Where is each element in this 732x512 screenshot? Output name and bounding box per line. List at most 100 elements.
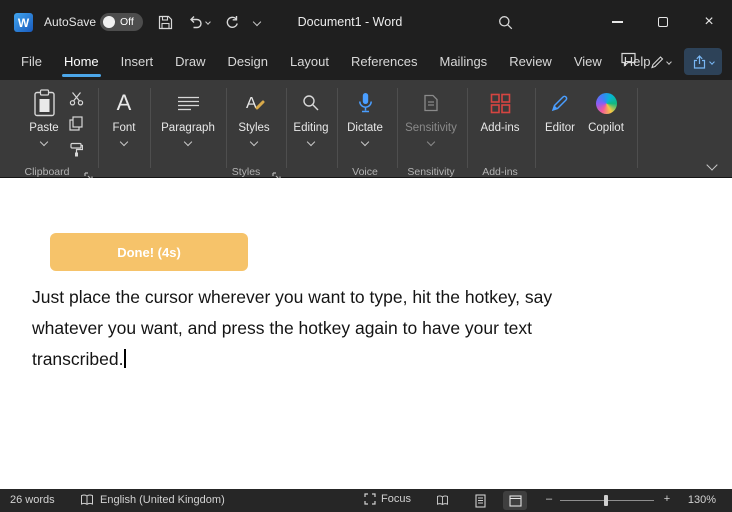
text-line: whatever you want, and press the hotkey … <box>32 318 533 338</box>
share-button[interactable] <box>684 48 722 75</box>
language-indicator[interactable]: English (United Kingdom) <box>100 494 225 506</box>
autosave-toggle[interactable]: Off <box>100 13 143 31</box>
copilot-icon <box>595 88 617 118</box>
group-separator <box>98 88 99 168</box>
group-separator <box>337 88 338 168</box>
dictation-toast: Done! (4s) <box>50 233 248 271</box>
window-controls: × <box>594 0 732 44</box>
add-ins-label: Add-ins <box>480 122 520 134</box>
print-layout-icon <box>474 493 486 508</box>
editing-mode-button[interactable] <box>650 55 672 69</box>
chevron-down-icon <box>119 137 129 147</box>
chevron-down-icon <box>183 137 193 147</box>
paragraph-lines-icon <box>177 88 199 118</box>
tab-view[interactable]: View <box>563 44 613 80</box>
toast-label: Done! (4s) <box>117 244 181 260</box>
pen-icon <box>651 55 664 68</box>
styles-label: Styles <box>238 122 270 134</box>
font-label: Font <box>112 122 136 134</box>
editor-button[interactable]: Editor <box>539 88 581 135</box>
format-painter-button[interactable] <box>66 139 86 159</box>
titlebar: W AutoSave Off Document1 - Word × <box>0 0 732 44</box>
text-cursor <box>124 349 126 368</box>
zoom-out-button[interactable]: – <box>543 493 555 505</box>
svg-text:A: A <box>246 95 257 112</box>
styles-group-label: Styles <box>231 166 261 178</box>
text-line: Just place the cursor wherever you want … <box>32 287 553 307</box>
chevron-down-icon <box>426 137 436 147</box>
group-separator <box>637 88 638 168</box>
styles-button[interactable]: A Styles <box>230 88 278 147</box>
redo-icon <box>226 16 238 28</box>
focus-label: Focus <box>381 493 411 505</box>
maximize-icon <box>658 17 668 27</box>
collapse-ribbon-button[interactable] <box>706 156 718 174</box>
tab-design[interactable]: Design <box>217 44 279 80</box>
save-button[interactable] <box>158 15 173 30</box>
chevron-down-icon <box>39 137 49 147</box>
web-layout-icon <box>508 494 522 507</box>
voice-group-label: Voice <box>352 166 378 178</box>
clipboard-group-label: Clipboard <box>24 166 70 178</box>
zoom-slider-thumb[interactable] <box>604 495 608 506</box>
print-layout-button[interactable] <box>468 491 492 510</box>
tab-review[interactable]: Review <box>498 44 563 80</box>
editor-pencil-icon <box>550 88 570 118</box>
close-button[interactable]: × <box>686 0 732 44</box>
autosave-state: Off <box>120 16 134 28</box>
document-canvas[interactable]: Done! (4s) Just place the cursor whereve… <box>0 178 732 489</box>
tab-layout[interactable]: Layout <box>279 44 340 80</box>
chevron-down-icon <box>709 58 715 65</box>
autosave-label: AutoSave <box>44 15 97 29</box>
proofing-book-icon <box>81 494 93 506</box>
format-painter-icon <box>70 142 83 156</box>
paste-button[interactable]: Paste <box>22 88 66 147</box>
comment-icon <box>621 52 636 67</box>
add-ins-grid-icon <box>490 88 511 118</box>
comments-button[interactable] <box>620 51 637 72</box>
tab-file[interactable]: File <box>10 44 53 80</box>
copy-icon <box>69 115 83 131</box>
editing-button[interactable]: Editing <box>288 88 334 147</box>
group-separator <box>286 88 287 168</box>
tab-draw[interactable]: Draw <box>164 44 216 80</box>
copilot-button[interactable]: Copilot <box>583 88 629 135</box>
share-icon <box>693 54 706 69</box>
search-icon[interactable] <box>498 15 513 35</box>
group-separator <box>150 88 151 168</box>
dictate-button[interactable]: Dictate <box>340 88 390 147</box>
focus-button[interactable]: Focus <box>364 493 411 505</box>
maximize-button[interactable] <box>640 0 686 44</box>
document-text[interactable]: Just place the cursor wherever you want … <box>32 282 552 375</box>
undo-button[interactable] <box>188 15 211 29</box>
copy-button[interactable] <box>66 113 86 133</box>
add-ins-button[interactable]: Add-ins <box>472 88 528 135</box>
chevron-down-icon <box>666 58 672 65</box>
tab-mailings[interactable]: Mailings <box>429 44 499 80</box>
group-separator <box>535 88 536 168</box>
word-count[interactable]: 26 words <box>10 494 55 506</box>
redo-button[interactable] <box>225 15 239 29</box>
read-mode-button[interactable] <box>430 491 454 510</box>
paragraph-button[interactable]: Paragraph <box>155 88 221 147</box>
web-layout-button[interactable] <box>503 491 527 510</box>
font-button[interactable]: A Font <box>103 88 145 147</box>
minimize-button[interactable] <box>594 0 640 44</box>
tab-insert[interactable]: Insert <box>110 44 165 80</box>
chevron-down-icon <box>205 19 211 25</box>
sensitivity-label: Sensitivity <box>405 122 457 134</box>
zoom-level[interactable]: 130% <box>678 494 716 506</box>
tab-references[interactable]: References <box>340 44 428 80</box>
tab-home[interactable]: Home <box>53 44 110 80</box>
status-bar: 26 words English (United Kingdom) Focus … <box>0 489 732 512</box>
minimize-icon <box>611 21 623 23</box>
chevron-down-icon <box>306 137 316 147</box>
add-ins-group-label: Add-ins <box>482 166 518 178</box>
zoom-in-button[interactable]: + <box>661 493 673 505</box>
group-separator <box>467 88 468 168</box>
sensitivity-button[interactable]: Sensitivity <box>400 88 462 147</box>
undo-icon <box>190 16 202 29</box>
toggle-knob-icon <box>103 16 115 28</box>
cut-button[interactable] <box>66 88 86 108</box>
proofing-button[interactable] <box>80 494 94 509</box>
